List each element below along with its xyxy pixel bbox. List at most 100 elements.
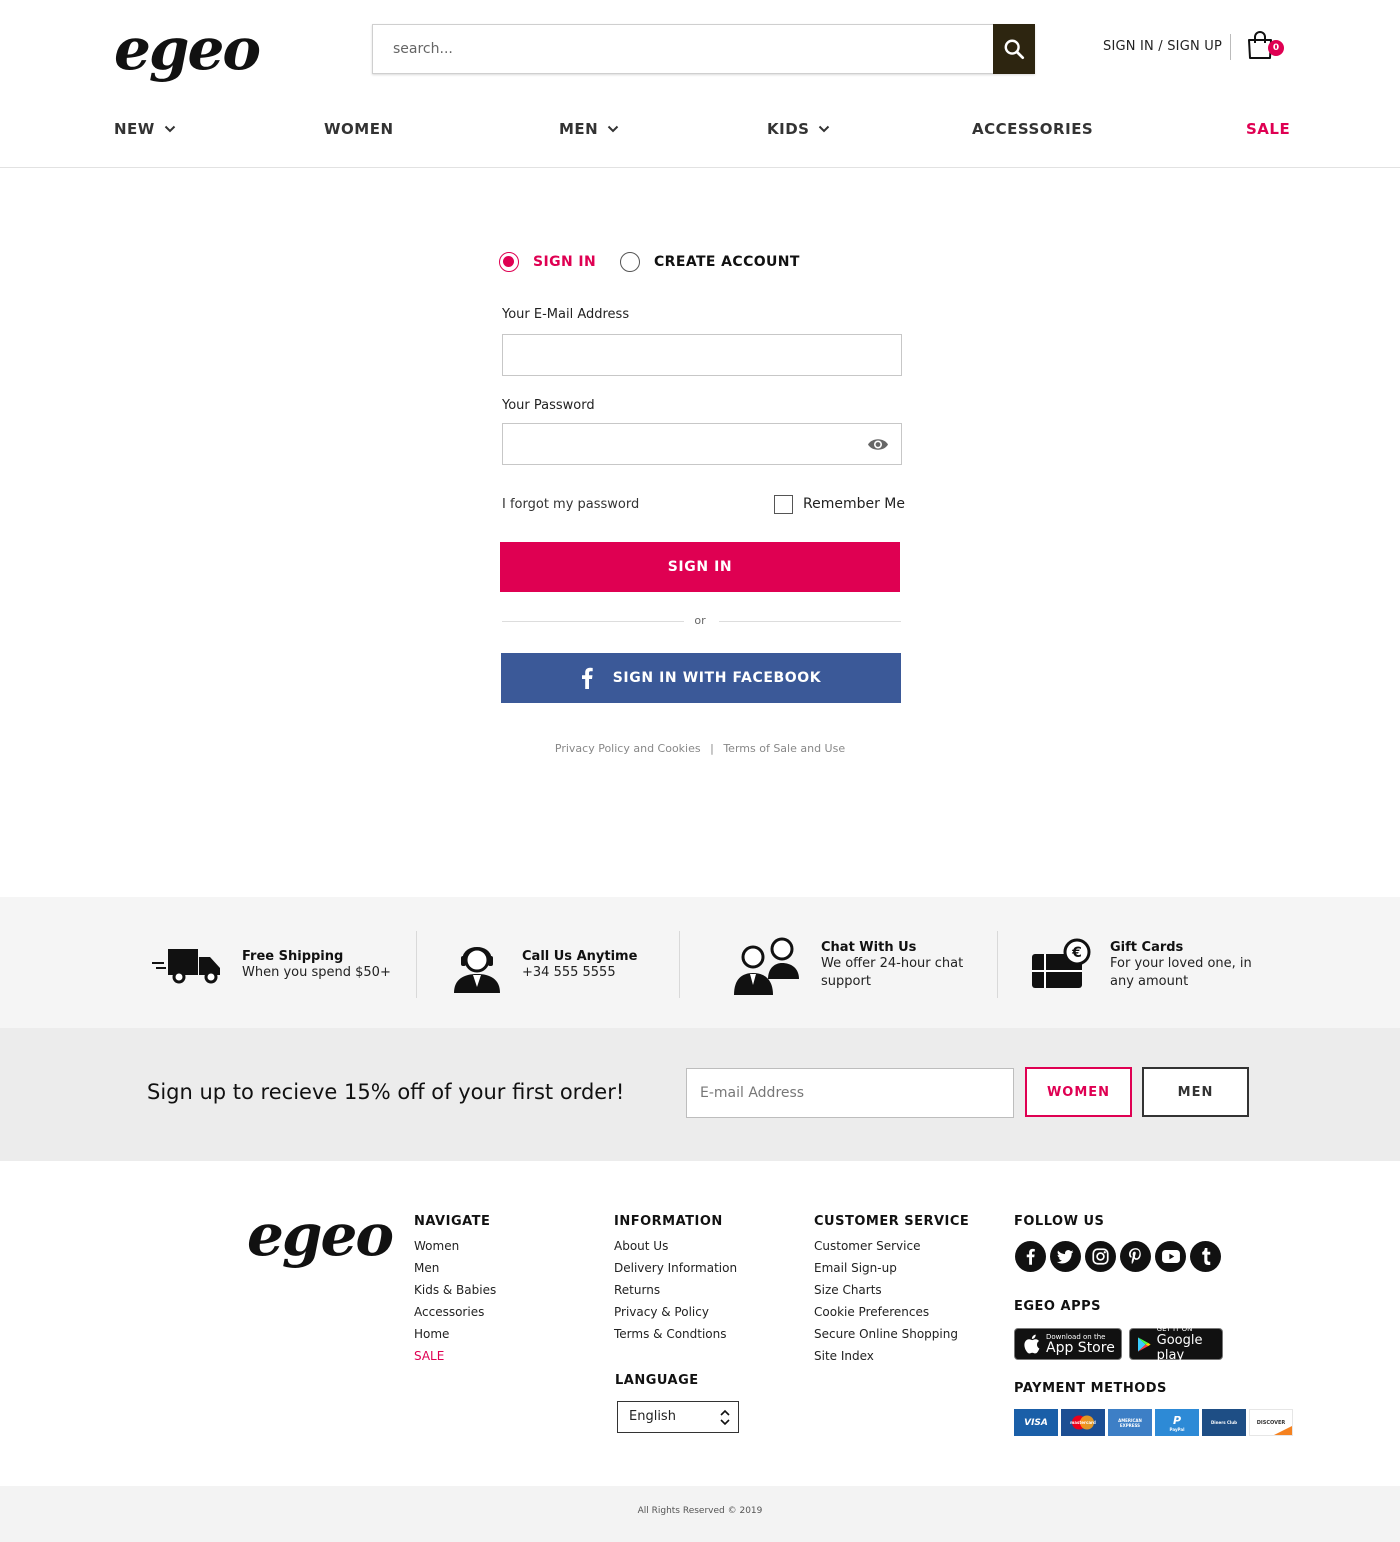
tab-create-account[interactable]: CREATE ACCOUNT — [620, 252, 800, 272]
signin-button[interactable]: SIGN IN — [500, 542, 900, 592]
or-label: or — [694, 614, 706, 627]
follow-us-heading: FOLLOW US — [1014, 1214, 1105, 1229]
feature-title: Gift Cards — [1110, 939, 1184, 955]
nav-women-label: WOMEN — [324, 120, 394, 138]
footer-link[interactable]: Customer Service — [814, 1235, 969, 1257]
footer-link-sale[interactable]: SALE — [414, 1345, 496, 1367]
newsletter-women-button[interactable]: WOMEN — [1025, 1067, 1132, 1117]
legal-separator: | — [710, 742, 714, 755]
remember-me-checkbox[interactable] — [774, 495, 793, 514]
visa-card-icon: VISA — [1014, 1409, 1058, 1436]
footer-link[interactable]: Men — [414, 1257, 496, 1279]
cart-button[interactable]: 0 — [1246, 30, 1286, 64]
delivery-truck-icon — [152, 949, 220, 984]
footer-link[interactable]: Home — [414, 1323, 496, 1345]
amex-label: AMERICAN EXPRESS — [1118, 1417, 1142, 1428]
google-play-badge[interactable]: GET IT ON Google play — [1129, 1325, 1223, 1363]
language-select[interactable]: English — [617, 1401, 739, 1433]
chevron-down-icon — [164, 125, 176, 133]
copyright-text: All Rights Reserved © 2019 — [637, 1506, 763, 1516]
footer-logo[interactable]: egeo — [247, 1200, 394, 1270]
visa-label: VISA — [1024, 1417, 1048, 1428]
feature-divider — [679, 931, 680, 998]
email-field[interactable] — [502, 334, 902, 376]
nav-sale-label: SALE — [1246, 120, 1291, 138]
footer-link[interactable]: Kids & Babies — [414, 1279, 496, 1301]
signin-signup-link[interactable]: SIGN IN / SIGN UP — [1103, 39, 1222, 54]
nav-new-label: NEW — [114, 120, 155, 138]
google-play-small-text: GET IT ON — [1156, 1325, 1193, 1333]
pinterest-social-link[interactable] — [1120, 1241, 1151, 1272]
search-button[interactable] — [993, 24, 1035, 74]
terms-link[interactable]: Terms of Sale and Use — [723, 742, 845, 755]
feature-title: Free Shipping — [242, 948, 344, 964]
tab-signin[interactable]: SIGN IN — [499, 252, 596, 272]
header-logo[interactable]: egeo — [114, 14, 261, 84]
footer-link[interactable]: Delivery Information — [614, 1257, 737, 1279]
forgot-password-link[interactable]: I forgot my password — [502, 497, 639, 512]
header-divider — [1230, 34, 1231, 60]
newsletter-title: Sign up to recieve 15% off of your first… — [147, 1080, 625, 1104]
footer-link[interactable]: Email Sign-up — [814, 1257, 969, 1279]
language-selected: English — [629, 1409, 676, 1424]
newsletter-email-input[interactable] — [686, 1068, 1014, 1118]
feature-text: When you spend $50+ — [242, 964, 391, 980]
footer-link[interactable]: Accessories — [414, 1301, 496, 1323]
footer-link[interactable]: Site Index — [814, 1345, 969, 1367]
footer-link[interactable]: Cookie Preferences — [814, 1301, 969, 1323]
nav-divider — [0, 167, 1400, 168]
paypal-label: PayPal — [1169, 1426, 1185, 1432]
feature-text: +34 555 5555 — [522, 964, 616, 980]
search-input[interactable] — [373, 25, 994, 73]
youtube-social-link[interactable] — [1155, 1241, 1186, 1272]
feature-call-us: Call Us Anytime +34 555 5555 — [452, 930, 637, 1000]
nav-men[interactable]: MEN — [559, 120, 619, 138]
footer-heading: INFORMATION — [614, 1214, 723, 1229]
instagram-social-link[interactable] — [1085, 1241, 1116, 1272]
support-agent-icon — [454, 947, 500, 993]
create-account-radio[interactable] — [620, 252, 640, 272]
newsletter-men-button[interactable]: MEN — [1142, 1067, 1249, 1117]
nav-women[interactable]: WOMEN — [324, 120, 394, 138]
svg-text:€: € — [1071, 945, 1082, 961]
footer-link[interactable]: About Us — [614, 1235, 737, 1257]
password-label: Your Password — [502, 398, 595, 413]
egeo-apps-heading: EGEO APPS — [1014, 1299, 1101, 1314]
facebook-signin-button[interactable]: SIGN IN WITH FACEBOOK — [501, 653, 901, 703]
nav-sale[interactable]: SALE — [1246, 120, 1290, 138]
tumblr-social-link[interactable] — [1190, 1241, 1221, 1272]
twitter-social-link[interactable] — [1050, 1241, 1081, 1272]
footer-link[interactable]: Secure Online Shopping — [814, 1323, 969, 1345]
footer-navigate: NAVIGATE Women Men Kids & Babies Accesso… — [414, 1214, 496, 1367]
tab-signin-label: SIGN IN — [533, 254, 597, 270]
app-store-badge[interactable]: Download on the App Store — [1014, 1328, 1122, 1360]
mastercard-label: mastercard — [1070, 1420, 1096, 1425]
footer-link[interactable]: Terms & Condtions — [614, 1323, 737, 1345]
youtube-icon — [1161, 1250, 1180, 1263]
feature-title: Call Us Anytime — [522, 948, 638, 964]
chat-people-icon — [734, 937, 799, 995]
privacy-link[interactable]: Privacy Policy and Cookies — [555, 742, 701, 755]
gift-card-icon: € — [1032, 938, 1091, 988]
footer-link[interactable]: Privacy & Policy — [614, 1301, 737, 1323]
signin-radio[interactable] — [499, 252, 519, 272]
feature-divider — [997, 931, 998, 998]
footer-link[interactable]: Returns — [614, 1279, 737, 1301]
payment-methods-heading: PAYMENT METHODS — [1014, 1381, 1167, 1396]
password-field[interactable] — [502, 423, 902, 465]
footer-customer-service: CUSTOMER SERVICE Customer Service Email … — [814, 1214, 969, 1367]
nav-accessories[interactable]: ACCESSORIES — [972, 120, 1093, 138]
pinterest-icon — [1129, 1248, 1141, 1264]
nav-kids[interactable]: KIDS — [767, 120, 830, 138]
nav-new[interactable]: NEW — [114, 120, 176, 138]
facebook-social-link[interactable] — [1015, 1241, 1046, 1272]
chevron-down-icon — [819, 125, 830, 133]
google-play-big-text: Google play — [1156, 1333, 1203, 1363]
footer-link[interactable]: Women — [414, 1235, 496, 1257]
search-icon — [1004, 39, 1025, 60]
eye-icon[interactable] — [867, 437, 889, 452]
feature-divider — [416, 931, 417, 998]
footer-link[interactable]: Size Charts — [814, 1279, 969, 1301]
feature-gift-cards: € Gift Cards For your loved one, in any … — [1031, 930, 1260, 1000]
legal-links: Privacy Policy and Cookies | Terms of Sa… — [500, 742, 900, 755]
